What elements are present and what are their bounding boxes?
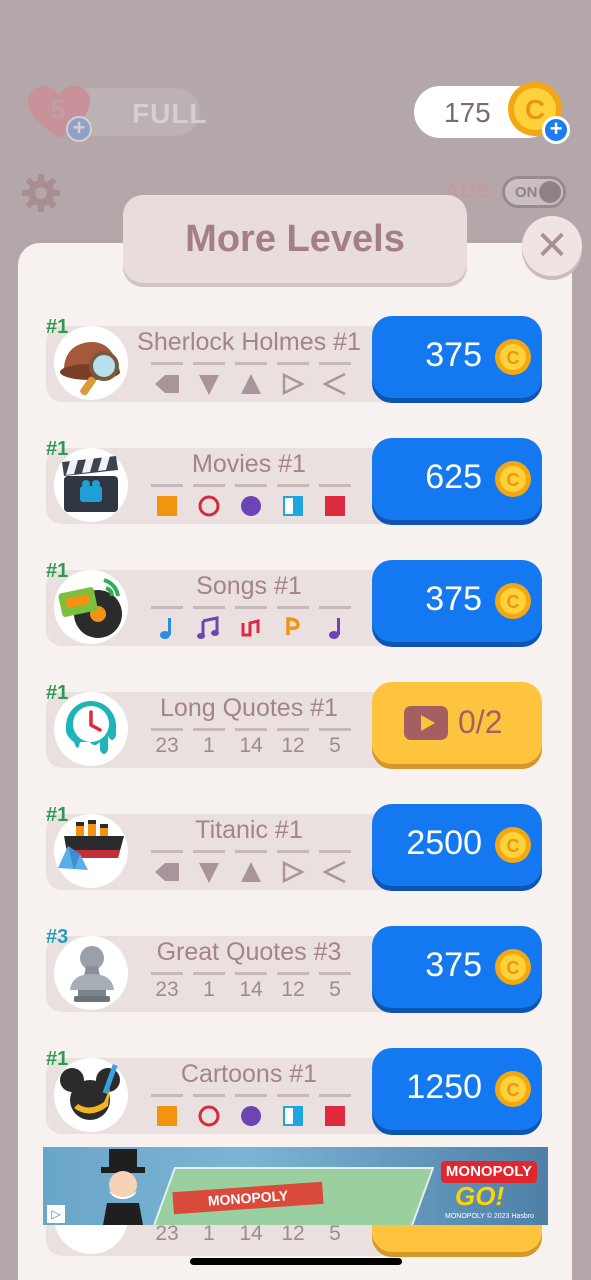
cipher-numbers: 23 1 14 12 5 xyxy=(151,972,351,1006)
cipher-number: 12 xyxy=(281,1222,305,1245)
cipher-number: 14 xyxy=(239,978,263,1001)
toggle-knob xyxy=(539,181,561,203)
cipher-number: 5 xyxy=(329,978,341,1001)
coin-icon: C xyxy=(495,583,531,619)
cipher-shapes xyxy=(151,362,351,396)
svg-text:C: C xyxy=(507,470,520,490)
level-rank: #1 xyxy=(46,316,69,338)
buy-level-button[interactable]: 375 C xyxy=(372,926,542,1008)
coin-balance-value: 175 xyxy=(444,97,491,128)
level-title: Cartoons #1 xyxy=(180,1060,318,1088)
cipher-shapes xyxy=(151,850,351,884)
level-title: Sherlock Holmes #1 xyxy=(137,328,361,356)
ads-toggle[interactable]: ON xyxy=(502,176,566,208)
cipher-number: 23 xyxy=(155,978,179,1001)
level-rank: #1 xyxy=(46,438,69,460)
coin-icon: C xyxy=(495,461,531,497)
level-title: Songs #1 xyxy=(196,572,302,600)
level-price: 375 xyxy=(425,946,482,984)
cipher-number: 1 xyxy=(203,978,215,1001)
svg-text:C: C xyxy=(507,1080,520,1100)
level-row-sherlock-holmes[interactable]: #1 Sherlock Holmes #1 375 C xyxy=(46,316,544,406)
svg-text:C: C xyxy=(507,958,520,978)
level-title: Long Quotes #1 xyxy=(160,694,338,722)
close-button[interactable]: ✕ xyxy=(522,216,582,276)
buy-level-button[interactable]: 375 C xyxy=(372,560,542,642)
cipher-colors xyxy=(151,1094,351,1128)
ad-copyright: MONOPOLY © 2023 Hasbro xyxy=(445,1213,534,1220)
lives-status-text: FULL xyxy=(132,98,208,129)
add-coins-icon[interactable]: + xyxy=(542,116,570,144)
level-row-cartoons[interactable]: #1 Cartoons #1 1250 C xyxy=(46,1048,544,1138)
close-icon: ✕ xyxy=(535,224,569,268)
level-title: Movies #1 xyxy=(192,450,306,478)
cipher-number: 23 xyxy=(155,1222,179,1245)
cipher-notes xyxy=(151,606,351,640)
buy-level-button[interactable]: 2500 C xyxy=(372,804,542,886)
add-lives-icon[interactable]: + xyxy=(66,116,92,142)
cipher-number: 5 xyxy=(329,734,341,757)
level-rank: #1 xyxy=(46,1048,69,1070)
svg-text:C: C xyxy=(525,94,545,125)
modal-title: More Levels xyxy=(185,218,405,260)
cipher-number: 1 xyxy=(203,734,215,757)
svg-text:C: C xyxy=(507,836,520,856)
ads-toggle-label: ON xyxy=(515,184,538,201)
level-rank: #1 xyxy=(46,560,69,582)
cipher-number: 1 xyxy=(203,1222,215,1245)
coin-icon: C xyxy=(495,339,531,375)
watch-video-button[interactable]: 0/2 xyxy=(372,682,542,764)
home-indicator[interactable] xyxy=(190,1258,402,1265)
video-play-icon xyxy=(404,706,448,740)
coin-icon: C xyxy=(495,1071,531,1107)
level-row-great-quotes[interactable]: #3 Great Quotes #3 23 1 14 12 5 375 C xyxy=(46,926,544,1016)
cipher-number: 5 xyxy=(329,1222,341,1245)
coin-icon: C xyxy=(495,827,531,863)
cipher-number: 14 xyxy=(239,734,263,757)
level-price: 2500 xyxy=(406,824,482,862)
cipher-number: 23 xyxy=(155,734,179,757)
modal-header: More Levels xyxy=(123,195,467,283)
svg-text:C: C xyxy=(507,348,520,368)
cipher-number: 12 xyxy=(281,978,305,1001)
level-price: 375 xyxy=(425,336,482,374)
mascot-icon xyxy=(101,1149,145,1225)
ad-choices-icon[interactable]: ▷ xyxy=(47,1205,65,1223)
level-row-long-quotes[interactable]: #1 Long Quotes #1 23 1 14 12 5 0/2 xyxy=(46,682,544,772)
level-title: Titanic #1 xyxy=(195,816,303,844)
level-price: 375 xyxy=(425,580,482,618)
level-row-movies[interactable]: #1 Movies #1 625 C xyxy=(46,438,544,528)
cipher-colors xyxy=(151,484,351,518)
coin-icon: C xyxy=(495,949,531,985)
level-rank: #1 xyxy=(46,682,69,704)
level-price: 625 xyxy=(425,458,482,496)
level-rank: #3 xyxy=(46,926,69,948)
cipher-number: 14 xyxy=(239,1222,263,1245)
cipher-numbers: 23 1 14 12 5 xyxy=(151,728,351,762)
ad-banner[interactable]: MONOPOLY MONOPOLY GO! MONOPOLY © 2023 Ha… xyxy=(43,1147,548,1225)
ad-logo-text: MONOPOLY xyxy=(441,1161,537,1183)
video-progress: 0/2 xyxy=(458,704,503,740)
level-title: Great Quotes #3 xyxy=(156,938,342,966)
buy-level-button[interactable]: 625 C xyxy=(372,438,542,520)
buy-level-button[interactable]: 1250 C xyxy=(372,1048,542,1130)
lives-indicator[interactable]: FULL 5 + xyxy=(26,84,207,142)
gear-icon[interactable] xyxy=(20,172,62,214)
lives-count: 5 xyxy=(50,94,66,125)
level-row-songs[interactable]: #1 Songs #1 375 C xyxy=(46,560,544,650)
level-row-titanic[interactable]: #1 Titanic #1 2500 C xyxy=(46,804,544,894)
cipher-number: 12 xyxy=(281,734,305,757)
ad-logo-go: GO! xyxy=(455,1181,505,1211)
buy-level-button[interactable]: 375 C xyxy=(372,316,542,398)
level-rank: #1 xyxy=(46,804,69,826)
level-price: 1250 xyxy=(406,1068,482,1106)
svg-text:C: C xyxy=(507,592,520,612)
coin-balance[interactable]: 175 C + xyxy=(414,82,570,144)
